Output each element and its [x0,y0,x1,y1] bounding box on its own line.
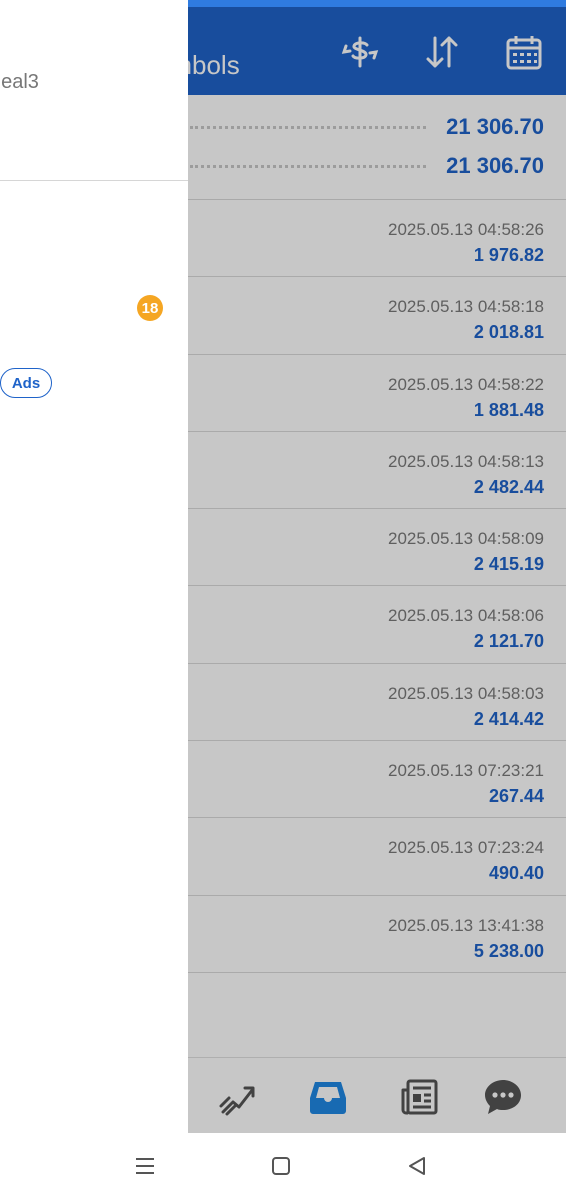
navigation-drawer: s-Real3 s 18 Ads [0,7,188,1133]
system-navigation-bar [0,1133,566,1200]
home-icon[interactable] [266,1151,296,1181]
status-strip [188,0,566,7]
ads-badge[interactable]: Ads [0,368,52,398]
drawer-divider [0,180,188,181]
status-strip [0,0,188,7]
recent-apps-icon[interactable] [130,1151,160,1181]
back-icon[interactable] [402,1151,432,1181]
notification-badge: 18 [137,295,163,321]
account-name: s-Real3 [0,71,39,93]
